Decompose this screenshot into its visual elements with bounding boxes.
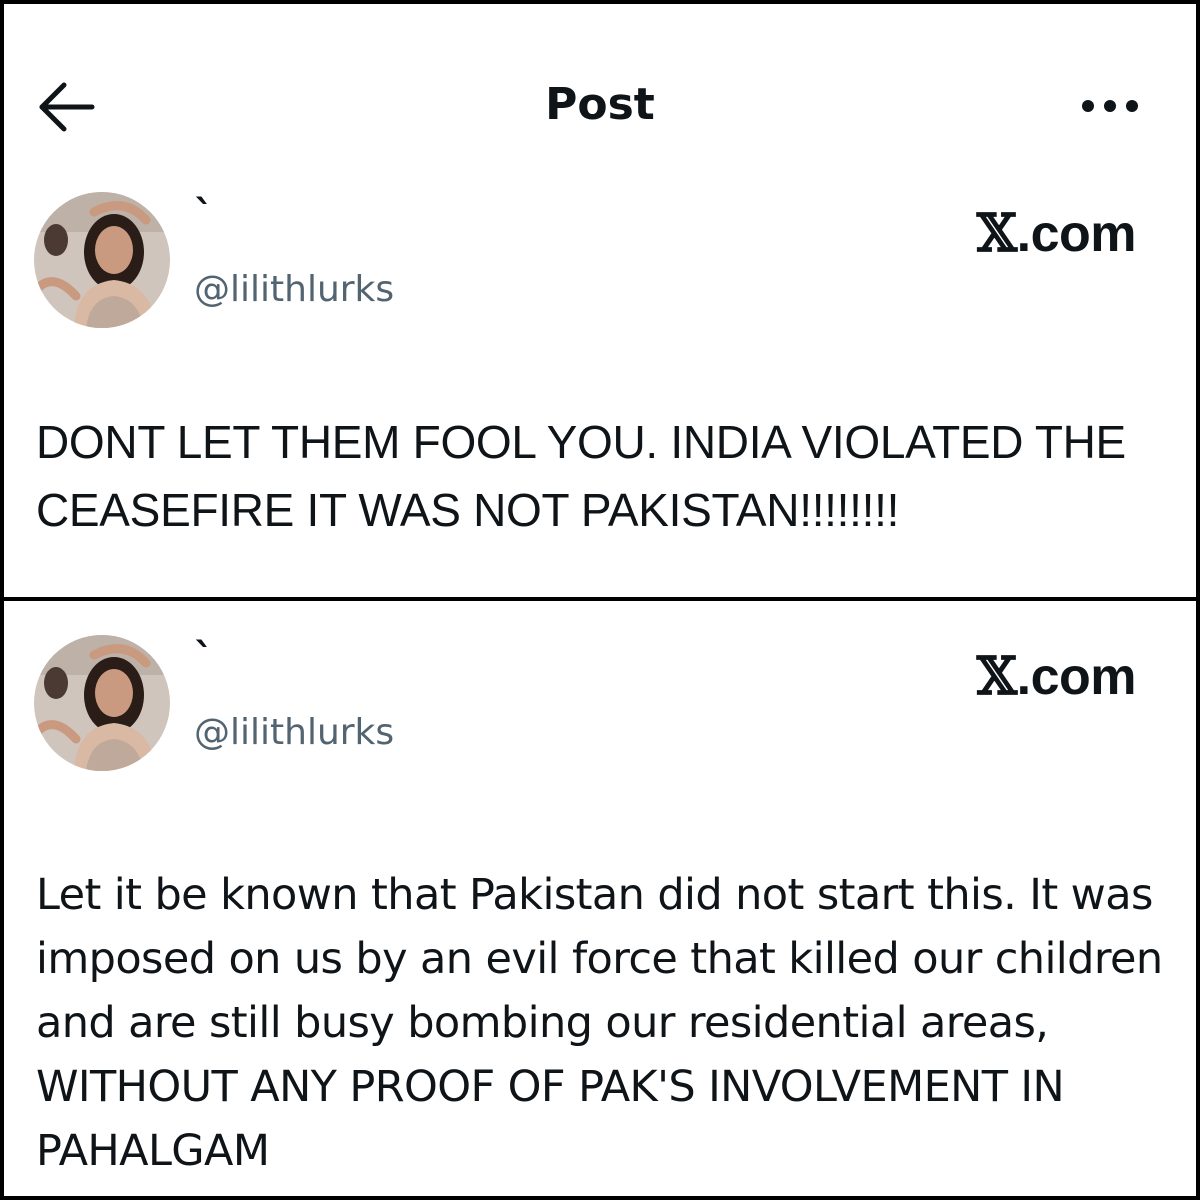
avatar-image xyxy=(34,635,170,771)
top-bar: Post xyxy=(4,4,1196,204)
post-panel-1: Post ` @lilithlurks 𝕏.com DONT LET THEM … xyxy=(0,0,1200,603)
author-row: ` @lilithlurks 𝕏.com xyxy=(4,192,1196,342)
avatar[interactable] xyxy=(34,635,170,771)
author-row: ` @lilithlurks 𝕏.com xyxy=(4,635,1196,785)
watermark-suffix: .com xyxy=(1016,205,1137,263)
post-text: Let it be known that Pakistan did not st… xyxy=(36,870,1163,1176)
page-title: Post xyxy=(545,79,655,130)
x-com-watermark: 𝕏.com xyxy=(976,203,1137,264)
x-com-watermark: 𝕏.com xyxy=(976,646,1137,707)
author-display-name[interactable]: ` xyxy=(194,639,214,679)
x-logo-icon: 𝕏 xyxy=(976,203,1017,264)
x-logo-icon: 𝕏 xyxy=(976,646,1017,707)
watermark-suffix: .com xyxy=(1016,648,1137,706)
post-panel-2: ` @lilithlurks 𝕏.com Let it be known tha… xyxy=(0,597,1200,1200)
more-horizontal-icon xyxy=(1082,100,1138,112)
avatar-image xyxy=(34,192,170,328)
more-button[interactable] xyxy=(1079,86,1141,126)
author-display-name[interactable]: ` xyxy=(194,196,214,236)
author-handle[interactable]: @lilithlurks xyxy=(194,266,394,314)
author-handle[interactable]: @lilithlurks xyxy=(194,709,394,757)
avatar[interactable] xyxy=(34,192,170,328)
post-text: DONT LET THEM FOOL YOU. INDIA VIOLATED T… xyxy=(36,416,1126,536)
